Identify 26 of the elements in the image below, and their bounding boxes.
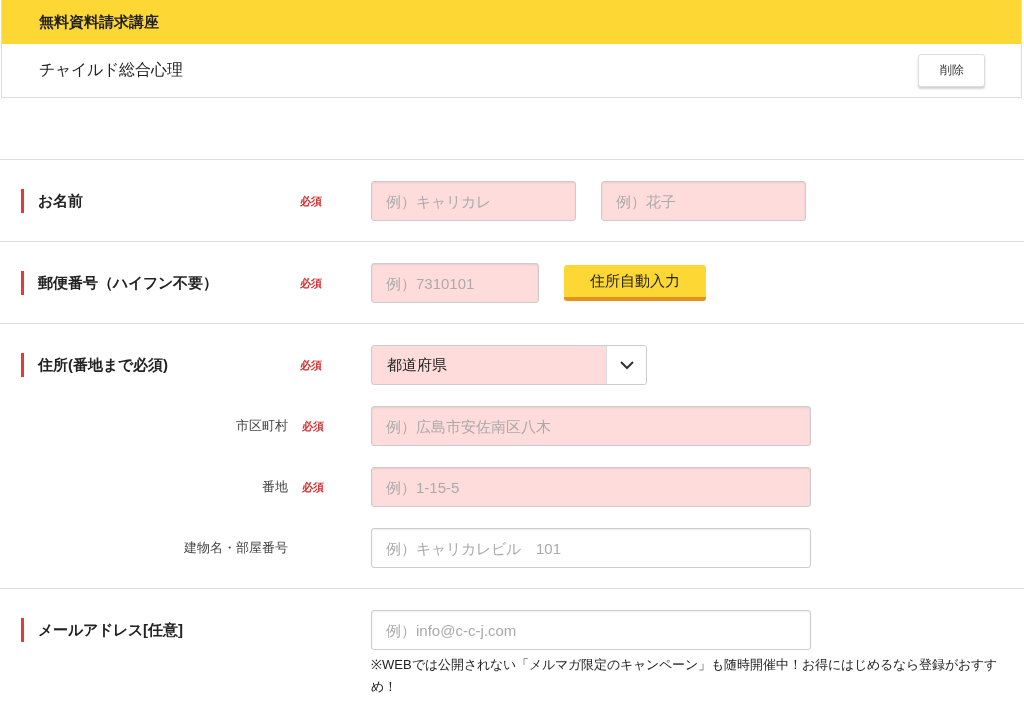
field-sublabel: 番地 [262, 478, 288, 496]
text-field[interactable]: 例）7310101 [371, 263, 539, 303]
text-field[interactable]: 例）キャリカレビル 101 [371, 528, 811, 568]
required-label: 必須 [302, 418, 324, 434]
address-autofill-button[interactable]: 住所自動入力 [564, 265, 706, 301]
course-box-header: 無料資料請求講座 [2, 0, 1021, 44]
delete-button[interactable]: 削除 [918, 54, 985, 87]
text-field[interactable]: 例）1-15-5 [371, 467, 811, 507]
field-label: お名前 [21, 189, 83, 213]
text-field[interactable]: 例）広島市安佐南区八木 [371, 406, 811, 446]
text-field[interactable]: 例）花子 [601, 181, 806, 221]
chevron-down-icon [619, 360, 634, 370]
field-sublabel: 建物名・部屋番号 [184, 539, 288, 557]
field-label: 郵便番号（ハイフン不要） [21, 271, 218, 295]
required-label: 必須 [300, 275, 322, 291]
text-field[interactable]: 例）info@c-c-j.com [371, 610, 811, 650]
required-label: 必須 [302, 479, 324, 495]
newsletter-note: ※WEBでは公開されない「メルマガ限定のキャンペーン」も随時開催中！お得にはじめるなら登録がおすすめ！ [371, 656, 998, 696]
field-label: メールアドレス[任意] [21, 618, 183, 642]
field-sublabel: 市区町村 [236, 417, 288, 435]
field-label: 住所(番地まで必須) [21, 353, 168, 377]
course-name: チャイルド総合心理 [39, 60, 183, 80]
required-label: 必須 [300, 357, 322, 373]
text-field[interactable]: 例）キャリカレ [371, 181, 576, 221]
prefecture-dropdown[interactable]: 都道府県 [371, 345, 647, 385]
required-label: 必須 [300, 193, 322, 209]
